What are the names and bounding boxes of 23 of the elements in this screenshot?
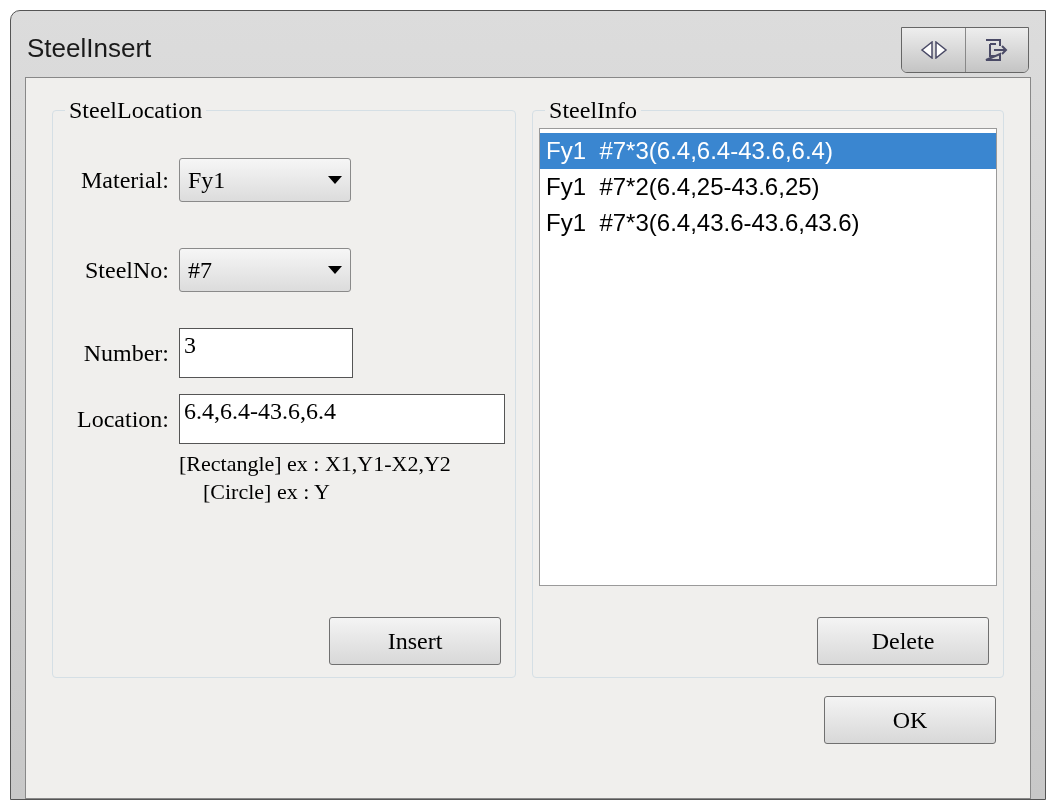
button[interactable]: Insert [329, 617, 502, 665]
dropdown[interactable]: Fy1 [179, 158, 351, 202]
hint-text: [Circle] ex : Y [203, 478, 330, 506]
input-field[interactable]: 6.4,6.4-43.6,6.4 [179, 394, 505, 444]
hint-text: [Rectangle] ex : X1,Y1-X2,Y2 [179, 450, 451, 478]
caret-icon [328, 176, 342, 184]
arrows-icon[interactable] [902, 28, 966, 72]
button[interactable]: Delete [817, 617, 989, 665]
field-label: Material: [80, 166, 170, 195]
field-label: Location: [76, 405, 170, 434]
input-field[interactable]: 3 [179, 328, 353, 378]
list-item[interactable]: Fy1 #7*3(6.4,6.4-43.6,6.4) [540, 133, 996, 169]
exit-icon[interactable] [966, 28, 1028, 72]
group-title: SteelLocation [68, 96, 204, 125]
button[interactable]: OK [824, 696, 996, 744]
caret-icon [328, 266, 342, 274]
field-label: Number: [82, 339, 170, 368]
dropdown[interactable]: #7 [179, 248, 351, 292]
list-item[interactable]: Fy1 #7*2(6.4,25-43.6,25) [540, 169, 996, 205]
field-label: SteelNo: [84, 256, 170, 285]
window-title: SteelInsert [27, 32, 152, 65]
list-item[interactable]: Fy1 #7*3(6.4,43.6-43.6,43.6) [540, 205, 996, 241]
group-title: SteelInfo [548, 96, 639, 125]
